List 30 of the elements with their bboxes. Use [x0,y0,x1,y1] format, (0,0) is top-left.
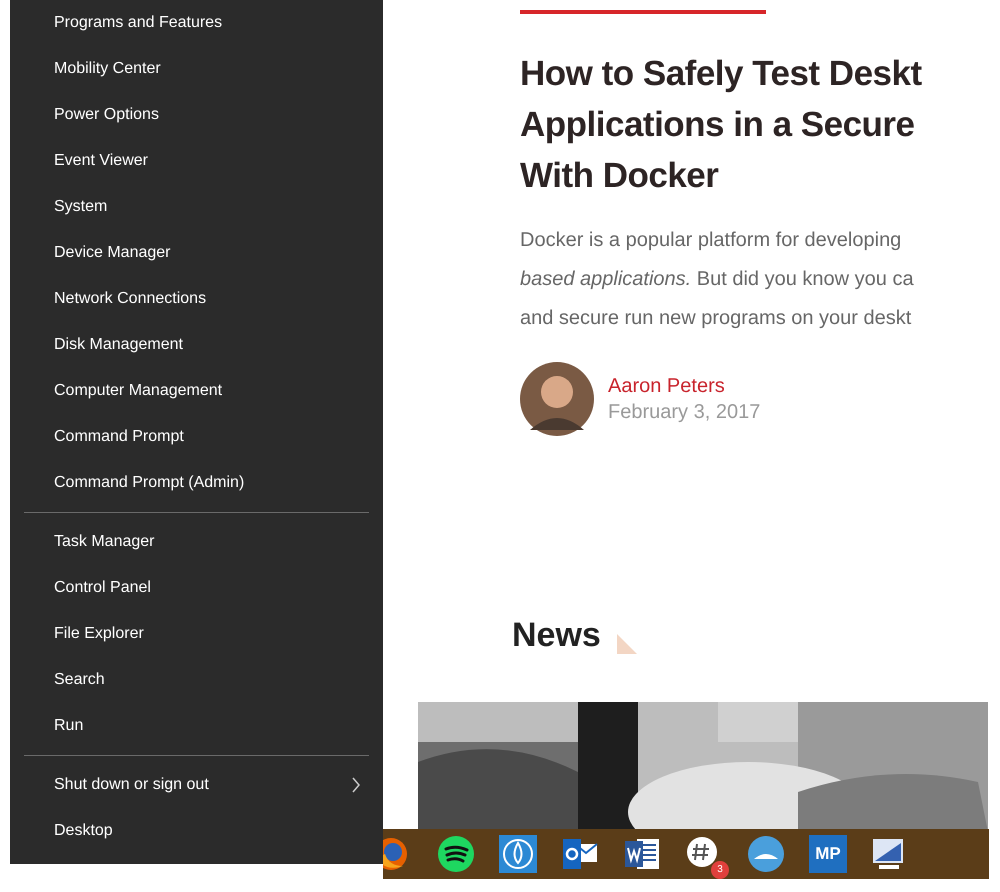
menu-item[interactable]: Power Options [10,92,383,138]
menu-item[interactable]: File Explorer [10,611,383,657]
menu-item[interactable]: Event Viewer [10,138,383,184]
menu-item[interactable]: Run [10,703,383,749]
menu-item[interactable]: Command Prompt [10,414,383,460]
menu-item[interactable]: Mobility Center [10,46,383,92]
chevron-right-icon[interactable] [351,777,361,793]
app-tile[interactable]: MP [809,835,847,873]
menu-item[interactable]: Search [10,657,383,703]
menu-item[interactable]: Network Connections [10,276,383,322]
corner-triangle-icon [616,634,637,654]
article-date: February 3, 2017 [608,400,760,425]
menu-item[interactable]: Computer Management [10,368,383,414]
menu-item-label[interactable]: Shut down or sign out [54,773,209,797]
menu-item[interactable]: Control Panel [10,565,383,611]
menu-item[interactable]: Disk Management [10,322,383,368]
menu-item[interactable]: Task Manager [10,519,383,565]
menu-item[interactable]: System [10,184,383,230]
cloud-app-icon[interactable] [747,835,785,873]
menu-item[interactable]: Desktop [10,808,383,854]
article-summary: Docker is a popular platform for developing based applications. But did you know you ca and secure run new programs on your deskt [520,228,915,331]
menu-item[interactable]: Command Prompt (Admin) [10,460,383,506]
drop-app-icon[interactable] [499,835,537,873]
author-name[interactable]: Aaron Peters [608,373,760,399]
music-app-icon[interactable] [437,835,475,873]
menu-item[interactable]: Programs and Features [10,0,383,46]
notification-badge: 3 [711,861,729,879]
menu-item[interactable]: Device Manager [10,230,383,276]
article-title[interactable]: How to Safely Test Deskt Applications in a Secure With Docker [520,48,1000,201]
section-heading: News [512,615,601,656]
